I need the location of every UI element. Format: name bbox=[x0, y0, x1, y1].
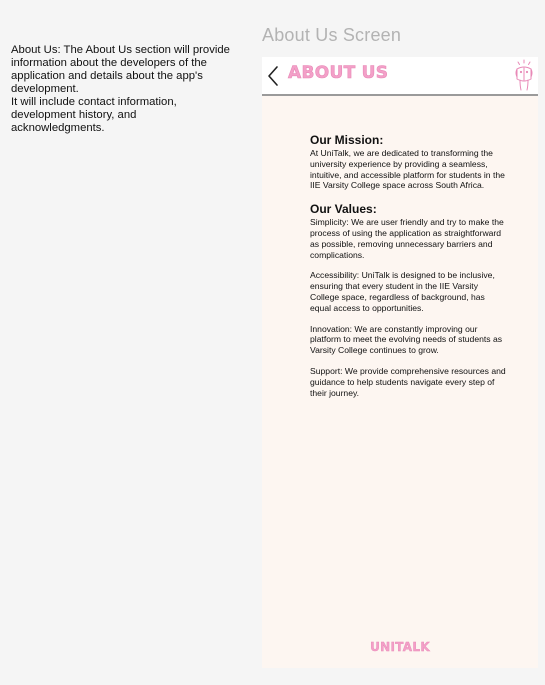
value-support: Support: We provide comprehensive resour… bbox=[310, 365, 506, 398]
value-accessibility: Accessibility: UniTalk is designed to be… bbox=[310, 270, 495, 313]
mascot-icon bbox=[512, 59, 536, 92]
mission-text: At UniTalk, we are dedicated to transfor… bbox=[310, 148, 505, 191]
mission-heading: Our Mission: bbox=[310, 133, 384, 147]
annotation-line-2: It will include contact information, dev… bbox=[11, 96, 177, 134]
about-content: Our Mission: At UniTalk, we are dedicate… bbox=[310, 133, 506, 408]
top-bar: ABOUT US bbox=[262, 57, 538, 96]
annotation-note: About Us: The About Us section will prov… bbox=[11, 44, 231, 135]
values-heading: Our Values: bbox=[310, 202, 377, 217]
page-title: ABOUT US bbox=[288, 63, 389, 84]
value-simplicity: Simplicity: We are user friendly and try… bbox=[310, 217, 506, 260]
screen-label: About Us Screen bbox=[262, 25, 402, 45]
back-button[interactable] bbox=[266, 65, 282, 87]
value-simplicity-name: Simplicity bbox=[310, 217, 347, 228]
unitalk-logo: UNITALK bbox=[370, 640, 430, 654]
value-innovation: Innovation: We are constantly improving … bbox=[310, 323, 503, 356]
phone-screen: ABOUT US Our Mission: At UniTalk, we are… bbox=[262, 57, 538, 668]
annotation-line-1: About Us: The About Us section will prov… bbox=[11, 44, 230, 95]
chevron-left-icon bbox=[268, 66, 278, 86]
